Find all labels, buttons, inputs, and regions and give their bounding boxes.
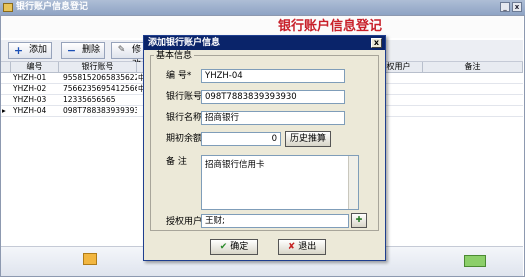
remark-text: 招商银行信用卡 [205,160,265,170]
close-x-icon: ✘ [287,242,296,252]
ok-button-label: 确定 [230,242,249,252]
opening-balance-field[interactable]: 0 [201,132,281,146]
edit-icon: ✎ [117,45,126,55]
cancel-button-label: 退出 [298,242,317,252]
minus-icon: − [66,44,77,57]
remark-textarea[interactable]: 招商银行信用卡 [201,155,359,210]
cell-account: 12335656565 [63,95,116,104]
account-field[interactable]: 098T7883839393930 [201,90,345,104]
main-titlebar: 银行账户信息登记 _ x [0,0,525,15]
history-calc-button[interactable]: 历史推算 [285,131,331,147]
delete-button[interactable]: − 删除 [61,42,105,59]
cell-number: YHZH-03 [13,95,47,104]
column-header-number[interactable]: 编号 [11,62,59,73]
label-opening-balance: 期初余额 [166,134,203,144]
ok-button[interactable]: ✔ 确定 [210,239,258,255]
cell-number: YHZH-02 [13,84,47,93]
cell-number: YHZH-04 [13,106,47,115]
authorized-user-field[interactable]: 王财; [201,214,349,228]
window-title: 银行账户信息登记 [16,2,89,12]
column-header-remark[interactable]: 备注 [423,62,523,73]
cell-account: 098T7883839393930 [63,106,137,115]
row-header-corner [1,62,11,73]
plus-icon: + [13,44,24,57]
column-header-account[interactable]: 银行账号 [59,62,137,73]
delete-button-label: 删除 [82,45,101,55]
add-button[interactable]: + 添加 [8,42,52,59]
cancel-button[interactable]: ✘ 退出 [278,239,326,255]
cell-number: YHZH-01 [13,73,47,82]
app-icon [3,3,13,12]
label-remark: 备 注 [166,157,187,167]
add-button-label: 添加 [29,45,48,55]
dialog-titlebar: 添加银行账户信息 x [144,36,385,50]
bank-name-field[interactable]: 招商银行 [201,111,345,125]
dialog-title: 添加银行账户信息 [148,38,221,48]
label-authorized-user: 授权用户 [166,217,203,227]
page-title: 银行账户信息登记 [277,19,382,34]
add-account-dialog: 添加银行账户信息 x 编 号* YHZH-04 银行账号* 098T788383… [143,35,386,261]
user-picker-icon: ✚ [355,215,363,224]
remark-scrollbar[interactable] [348,156,358,209]
select-user-button[interactable]: ✚ [351,213,367,228]
cell-account: 75662356954125665 [63,84,137,93]
check-icon: ✔ [219,242,228,252]
row-selected-marker: ▸ [2,106,6,115]
arrow-right-icon[interactable] [464,255,486,267]
close-window-button[interactable]: x [512,2,522,12]
number-field[interactable]: YHZH-04 [201,69,345,83]
cell-account: 95581520658356221 [63,73,137,82]
group-legend: 基本信息 [154,51,195,61]
dialog-close-button[interactable]: x [371,38,382,48]
basic-info-group: 编 号* YHZH-04 银行账号* 098T7883839393930 银行名… [150,55,379,231]
minimize-button[interactable]: _ [500,2,510,12]
folder-icon[interactable] [83,253,97,265]
label-number: 编 号* [166,71,192,81]
